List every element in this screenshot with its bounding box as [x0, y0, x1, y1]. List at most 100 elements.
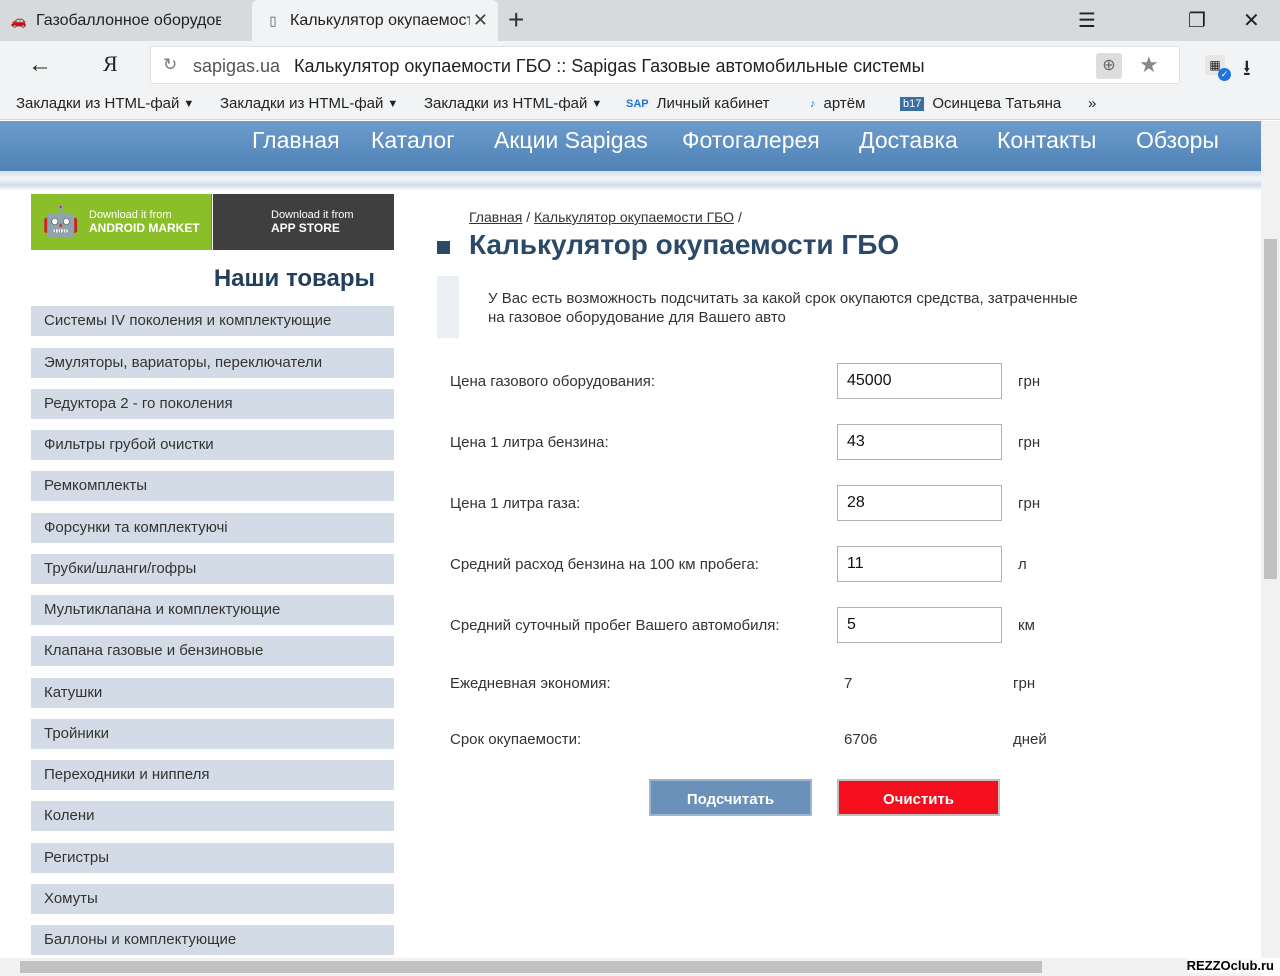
consumption-input[interactable] — [837, 546, 1002, 582]
result-label-payback: Срок окупаемости: — [450, 731, 582, 748]
sidebar-item[interactable]: Переходники и ниппеля — [31, 760, 394, 790]
android-icon: 🤖 — [42, 205, 80, 238]
watermark: REZZOclub.ru — [1186, 958, 1274, 973]
close-tab-icon[interactable]: ✕ — [473, 10, 488, 31]
breadcrumb-sep: / — [526, 209, 531, 225]
unit-label: дней — [1013, 731, 1047, 748]
nav-delivery[interactable]: Доставка — [859, 127, 958, 154]
download-icon[interactable]: ⭳ — [1243, 51, 1251, 89]
page-viewport: Главная Каталог Акции Sapigas Фотогалере… — [0, 121, 1261, 958]
unit-label: грн — [1018, 495, 1041, 512]
breadcrumb-home[interactable]: Главная — [469, 209, 522, 225]
sidebar-item[interactable]: Системы IV поколения и комплектующие — [31, 306, 394, 336]
restore-window-icon[interactable]: ❐ — [1188, 8, 1206, 33]
field-label-petrol-price: Цена 1 литра бензина: — [450, 434, 609, 451]
bookmark-osintseva[interactable]: b17 Осинцева Татьяна — [900, 95, 1061, 112]
back-arrow-icon[interactable]: ← — [28, 51, 52, 79]
url-page-title: Калькулятор окупаемости ГБО :: Sapigas Г… — [294, 56, 925, 76]
yandex-logo-icon[interactable]: Я — [103, 51, 118, 77]
field-label-consumption: Средний расход бензина на 100 км пробега… — [450, 556, 759, 573]
address-bar-row: ← Я ↻ sapigas.ua Калькулятор окупаемости… — [0, 41, 1280, 89]
field-label-gas-price: Цена 1 литра газа: — [450, 495, 581, 512]
store-line1: Download it from — [89, 209, 172, 221]
unit-label: л — [1018, 556, 1027, 573]
description-text: У Вас есть возможность подсчитать за как… — [488, 290, 1078, 326]
unit-label: грн — [1018, 373, 1041, 390]
b17-icon: b17 — [900, 96, 925, 111]
sidebar-item[interactable]: Форсунки та комплектуючі — [31, 513, 394, 543]
extension-icon[interactable]: ▦ ✓ — [1205, 55, 1231, 81]
page-title: Калькулятор окупаемости ГБО — [469, 229, 900, 260]
store-line1: Download it from — [271, 209, 354, 221]
bookmark-label: Осинцева Татьяна — [932, 95, 1062, 112]
petrol-price-input[interactable] — [837, 424, 1002, 460]
main-nav: Главная Каталог Акции Sapigas Фотогалере… — [0, 121, 1261, 171]
sidebar-item[interactable]: Фильтры грубой очистки — [31, 430, 394, 460]
nav-reviews[interactable]: Обзоры — [1136, 127, 1219, 154]
payback-value: 6706 — [844, 731, 878, 748]
tab-bar: 🚗 Газобаллонное оборудова ▯ Калькулятор … — [0, 0, 1280, 41]
reload-icon[interactable]: ↻ — [163, 55, 177, 75]
sidebar-item[interactable]: Мультиклапана и комплектующие — [31, 595, 394, 625]
sidebar-item[interactable]: Ремкомплекты — [31, 471, 394, 501]
nav-contacts[interactable]: Контакты — [997, 127, 1096, 154]
bookmark-personal-cabinet[interactable]: SAP Личный кабинет — [626, 95, 769, 112]
apple-icon — [223, 202, 263, 242]
new-tab-icon[interactable]: + — [508, 6, 524, 34]
sap-icon: SAP — [626, 97, 649, 110]
app-store-button[interactable]: Download it from APP STORE — [213, 194, 394, 250]
sidebar-item[interactable]: Баллоны и комплектующие — [31, 925, 394, 955]
sidebar-item[interactable]: Эмуляторы, вариаторы, переключатели — [31, 348, 394, 378]
nav-home[interactable]: Главная — [252, 127, 340, 154]
more-bookmarks-icon[interactable]: » — [1088, 95, 1096, 112]
daily-mileage-input[interactable] — [837, 607, 1002, 643]
sidebar-item[interactable]: Тройники — [31, 719, 394, 749]
store-line2: APP STORE — [271, 221, 340, 235]
sidebar-item[interactable]: Трубки/шланги/гофры — [31, 554, 394, 584]
dropdown-arrow-icon: ▼ — [591, 97, 603, 110]
bookmark-label: Закладки из HTML-фай — [16, 95, 180, 112]
nav-catalog[interactable]: Каталог — [371, 127, 455, 154]
android-market-button[interactable]: 🤖 Download it from ANDROID MARKET — [31, 194, 212, 250]
vertical-scrollbar[interactable] — [1261, 121, 1280, 958]
sidebar-item[interactable]: Катушки — [31, 678, 394, 708]
bookmark-folder-1[interactable]: Закладки из HTML-фай ▼ — [16, 95, 194, 112]
clear-button[interactable]: Очистить — [837, 779, 1000, 816]
sidebar-item[interactable]: Регистры — [31, 843, 394, 873]
calculate-button[interactable]: Подсчитать — [649, 779, 812, 816]
nav-gallery[interactable]: Фотогалерея — [682, 127, 820, 154]
sidebar-item[interactable]: Клапана газовые и бензиновые — [31, 636, 394, 666]
bookmark-label: Личный кабинет — [656, 95, 770, 112]
close-window-icon[interactable]: ✕ — [1243, 8, 1260, 33]
sidebar-item[interactable]: Колени — [31, 801, 394, 831]
scrollbar-thumb[interactable] — [1264, 239, 1277, 579]
description-accent — [437, 276, 459, 338]
tab-gas-equipment[interactable]: 🚗 Газобаллонное оборудова — [0, 0, 250, 41]
bookmark-artem[interactable]: ♪ артём — [810, 95, 865, 112]
bookmark-label: Закладки из HTML-фай — [424, 95, 588, 112]
translate-icon[interactable]: ⊕ — [1096, 53, 1122, 79]
bookmark-star-icon[interactable]: ★ — [1139, 52, 1159, 78]
horizontal-scrollbar[interactable] — [0, 958, 1261, 976]
sidebar-item[interactable]: Хомуты — [31, 884, 394, 914]
sidebar-item[interactable]: Редуктора 2 - го поколения — [31, 389, 394, 419]
nav-divider — [0, 171, 1261, 191]
breadcrumb: Главная / Калькулятор окупаемости ГБО / — [469, 209, 742, 225]
tab-title: Газобаллонное оборудова — [36, 11, 221, 29]
scrollbar-thumb[interactable] — [20, 961, 1042, 973]
address-bar[interactable]: ↻ sapigas.ua Калькулятор окупаемости ГБО… — [150, 46, 1180, 84]
menu-icon[interactable]: ☰ — [1078, 8, 1096, 33]
tab-calculator[interactable]: ▯ Калькулятор окупаемост ✕ — [252, 0, 498, 41]
products-heading: Наши товары — [213, 265, 375, 292]
equipment-price-input[interactable] — [837, 363, 1002, 399]
gas-price-input[interactable] — [837, 485, 1002, 521]
bookmark-folder-2[interactable]: Закладки из HTML-фай ▼ — [220, 95, 398, 112]
bookmark-folder-3[interactable]: Закладки из HTML-фай ▼ — [424, 95, 602, 112]
bookmark-label: Закладки из HTML-фай — [220, 95, 384, 112]
store-line2: ANDROID MARKET — [89, 221, 200, 235]
checkmark-badge-icon: ✓ — [1218, 68, 1231, 81]
field-label-equipment-price: Цена газового оборудования: — [450, 373, 656, 390]
nav-promotions[interactable]: Акции Sapigas — [494, 127, 648, 154]
breadcrumb-current[interactable]: Калькулятор окупаемости ГБО — [534, 209, 734, 225]
daily-savings-value: 7 — [844, 675, 853, 692]
